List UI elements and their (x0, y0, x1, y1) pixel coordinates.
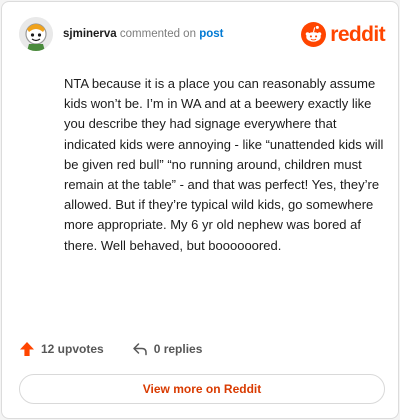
upvote-count: 12 upvotes (41, 342, 104, 356)
reddit-wordmark: reddit (330, 22, 385, 46)
upvote-arrow-icon (20, 342, 34, 356)
reply-count: 0 replies (153, 342, 203, 356)
comment-header: sjminerva commented on post reddit (19, 17, 386, 53)
comment-actions: 12 upvotes 0 replies (19, 339, 202, 359)
reddit-logo-icon (301, 21, 327, 47)
commented-on-text: commented on (119, 28, 196, 40)
reply-arrow-icon (132, 343, 147, 356)
avatar[interactable] (19, 17, 53, 51)
upvote-button[interactable]: 12 upvotes (19, 341, 104, 357)
post-link[interactable]: post (199, 28, 223, 40)
comment-embed-card: sjminerva commented on post reddit NTA b… (1, 1, 399, 419)
reddit-brand[interactable]: reddit (301, 21, 386, 47)
comment-meta: sjminerva commented on post (63, 28, 223, 40)
snoo-avatar-icon (19, 17, 53, 51)
view-more-button[interactable]: View more on Reddit (19, 374, 385, 404)
comment-body: NTA because it is a place you can reason… (64, 76, 384, 253)
replies-button[interactable]: 0 replies (132, 341, 203, 357)
username-link[interactable]: sjminerva (63, 28, 117, 40)
